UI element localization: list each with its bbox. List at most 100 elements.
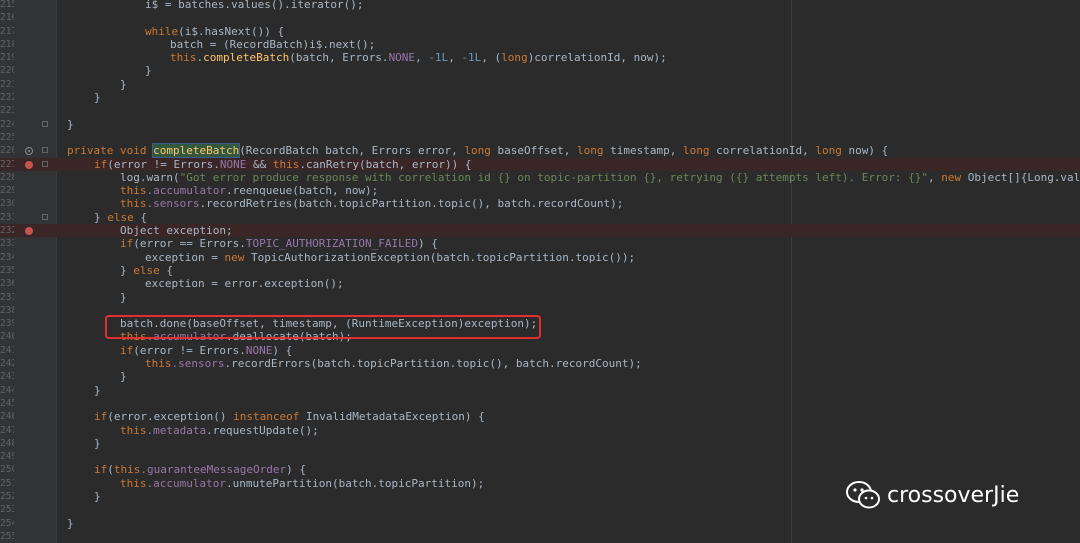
code-line[interactable]: 241 if(error != Errors.NONE) { [0,344,1080,357]
line-number: 250 [0,464,14,476]
line-number: 241 [0,344,14,356]
keyword-long: long [576,144,611,158]
constant: NONE [388,51,416,65]
code-fragment: (RecordBatch batch, Errors error, [239,144,465,158]
code-line[interactable]: 220} [0,64,1080,77]
fold-marker-icon[interactable] [42,120,48,127]
keyword-long: long [501,51,528,65]
wechat-icon [846,481,880,509]
code-line[interactable]: 244} [0,384,1080,397]
code-line[interactable]: 237} [0,291,1080,304]
string-literal: "Got error produce response with correla… [179,170,928,184]
code-text: this.accumulator.reenqueue(batch, now); [120,184,378,197]
fold-marker-icon[interactable] [42,213,48,220]
code-line[interactable]: 226 private void completeBatch(RecordBatc… [0,143,1080,159]
code-text: if(error.exception() instanceof InvalidM… [94,410,485,423]
code-line[interactable]: 234 exception = new TopicAuthorizationExc… [0,251,1080,264]
code-text: } [120,290,127,304]
breakpoint-icon[interactable] [25,160,33,169]
watermark-text: crossoverJie [887,482,1020,508]
line-number: 254 [0,517,14,529]
code-line[interactable]: 243} [0,370,1080,383]
line-number: 244 [0,384,14,396]
keyword-if: if [120,343,134,357]
code-line[interactable]: 231} else { [0,211,1080,224]
line-number: 228 [0,171,14,183]
code-line[interactable]: 221} [0,78,1080,91]
code-line[interactable]: 225 [0,131,1080,144]
code-line[interactable]: 224} [0,118,1080,131]
override-marker-icon[interactable] [25,147,33,156]
line-number: 239 [0,318,14,330]
code-fragment: (i$.hasNext()) { [178,24,285,38]
code-text: this.completeBatch(batch, Errors.NONE, -… [170,51,667,64]
code-lines: 215 i$ = batches.values().iterator(); 216… [0,0,1080,543]
keyword-while: while [145,24,179,38]
keyword-else: else [133,263,160,277]
line-number: 253 [0,504,14,516]
code-text: } [120,77,127,91]
code-line[interactable]: 236 exception = error.exception(); [0,277,1080,290]
code-fragment: , [927,170,942,184]
field-ref: .accumulator [146,184,226,198]
code-fragment: TopicAuthorizationException(batch.topicP… [250,250,636,264]
code-line[interactable]: 216 [0,11,1080,24]
code-line[interactable]: 248} [0,437,1080,450]
keyword-this: this [113,463,141,477]
method-declaration[interactable]: completeBatch [152,143,241,159]
line-number: 245 [0,397,14,409]
code-fragment: } [94,210,108,224]
code-text: } else { [94,211,147,224]
code-text: } else { [120,264,173,277]
code-fragment: baseOffset, [497,144,577,158]
method-call[interactable]: completeBatch [203,51,289,64]
line-number: 226 [0,145,14,157]
keyword-new: new [941,170,968,184]
code-line[interactable]: 254} [0,517,1080,530]
code-line[interactable]: 217 while(i$.hasNext()) { [0,25,1080,38]
keyword-if: if [94,157,108,171]
code-line[interactable]: 222} [0,91,1080,104]
code-line-breakpoint[interactable]: 232 Object exception; [0,224,1080,238]
code-text: if(this.guaranteeMessageOrder) { [94,463,306,476]
code-line[interactable]: 223 [0,104,1080,117]
code-text: exception = new TopicAuthorizationExcept… [145,251,635,264]
code-line[interactable]: 228 log.warn("Got error produce response … [0,171,1080,184]
code-line[interactable]: 247 this.metadata.requestUpdate(); [0,424,1080,437]
line-number: 218 [0,38,14,50]
code-line[interactable]: 245 [0,397,1080,410]
code-line[interactable]: 215 i$ = batches.values().iterator(); [0,0,1080,11]
line-number: 229 [0,185,14,197]
keyword-long: long [682,144,717,158]
line-number: 238 [0,304,14,316]
line-number: 252 [0,490,14,502]
code-fragment: , [415,51,429,65]
code-fragment: , [448,51,462,65]
breakpoint-icon[interactable] [25,227,33,236]
code-text: } [67,516,74,530]
code-line[interactable]: 235 } else { [0,264,1080,277]
code-line-breakpoint[interactable]: 227 if(error != Errors.NONE && this.canRe… [0,157,1080,171]
line-number: 215 [0,0,14,10]
code-line[interactable]: 233 if(error == Errors.TOPIC_AUTHORIZATIO… [0,237,1080,250]
fold-marker-icon[interactable] [42,147,48,154]
keyword-this: this [120,197,147,211]
code-line[interactable]: 230 this.sensors.recordRetries(batch.topi… [0,197,1080,210]
code-line[interactable]: 229 this.accumulator.reenqueue(batch, now… [0,184,1080,197]
line-number: 240 [0,331,14,343]
code-fragment: timestamp, [610,144,683,158]
code-line[interactable]: 242 this.sensors.recordErrors(batch.topic… [0,357,1080,370]
code-line[interactable]: 218 batch = (RecordBatch)i$.next(); [0,38,1080,51]
code-fragment: ( [107,463,114,477]
code-fragment: (error != Errors. [107,157,220,171]
code-fragment: correlationId, [716,144,816,158]
code-line[interactable]: 255 [0,530,1080,543]
code-editor[interactable]: 215 i$ = batches.values().iterator(); 216… [0,0,1080,543]
fold-marker-icon[interactable] [42,160,48,167]
code-line[interactable]: 219 this.completeBatch(batch, Errors.NONE… [0,51,1080,64]
code-line[interactable]: 246 if(error.exception() instanceof Inval… [0,410,1080,423]
line-number: 249 [0,451,14,463]
code-line[interactable]: 250 if(this.guaranteeMessageOrder) { [0,463,1080,476]
line-number: 235 [0,264,14,276]
code-line[interactable]: 249 [0,450,1080,463]
